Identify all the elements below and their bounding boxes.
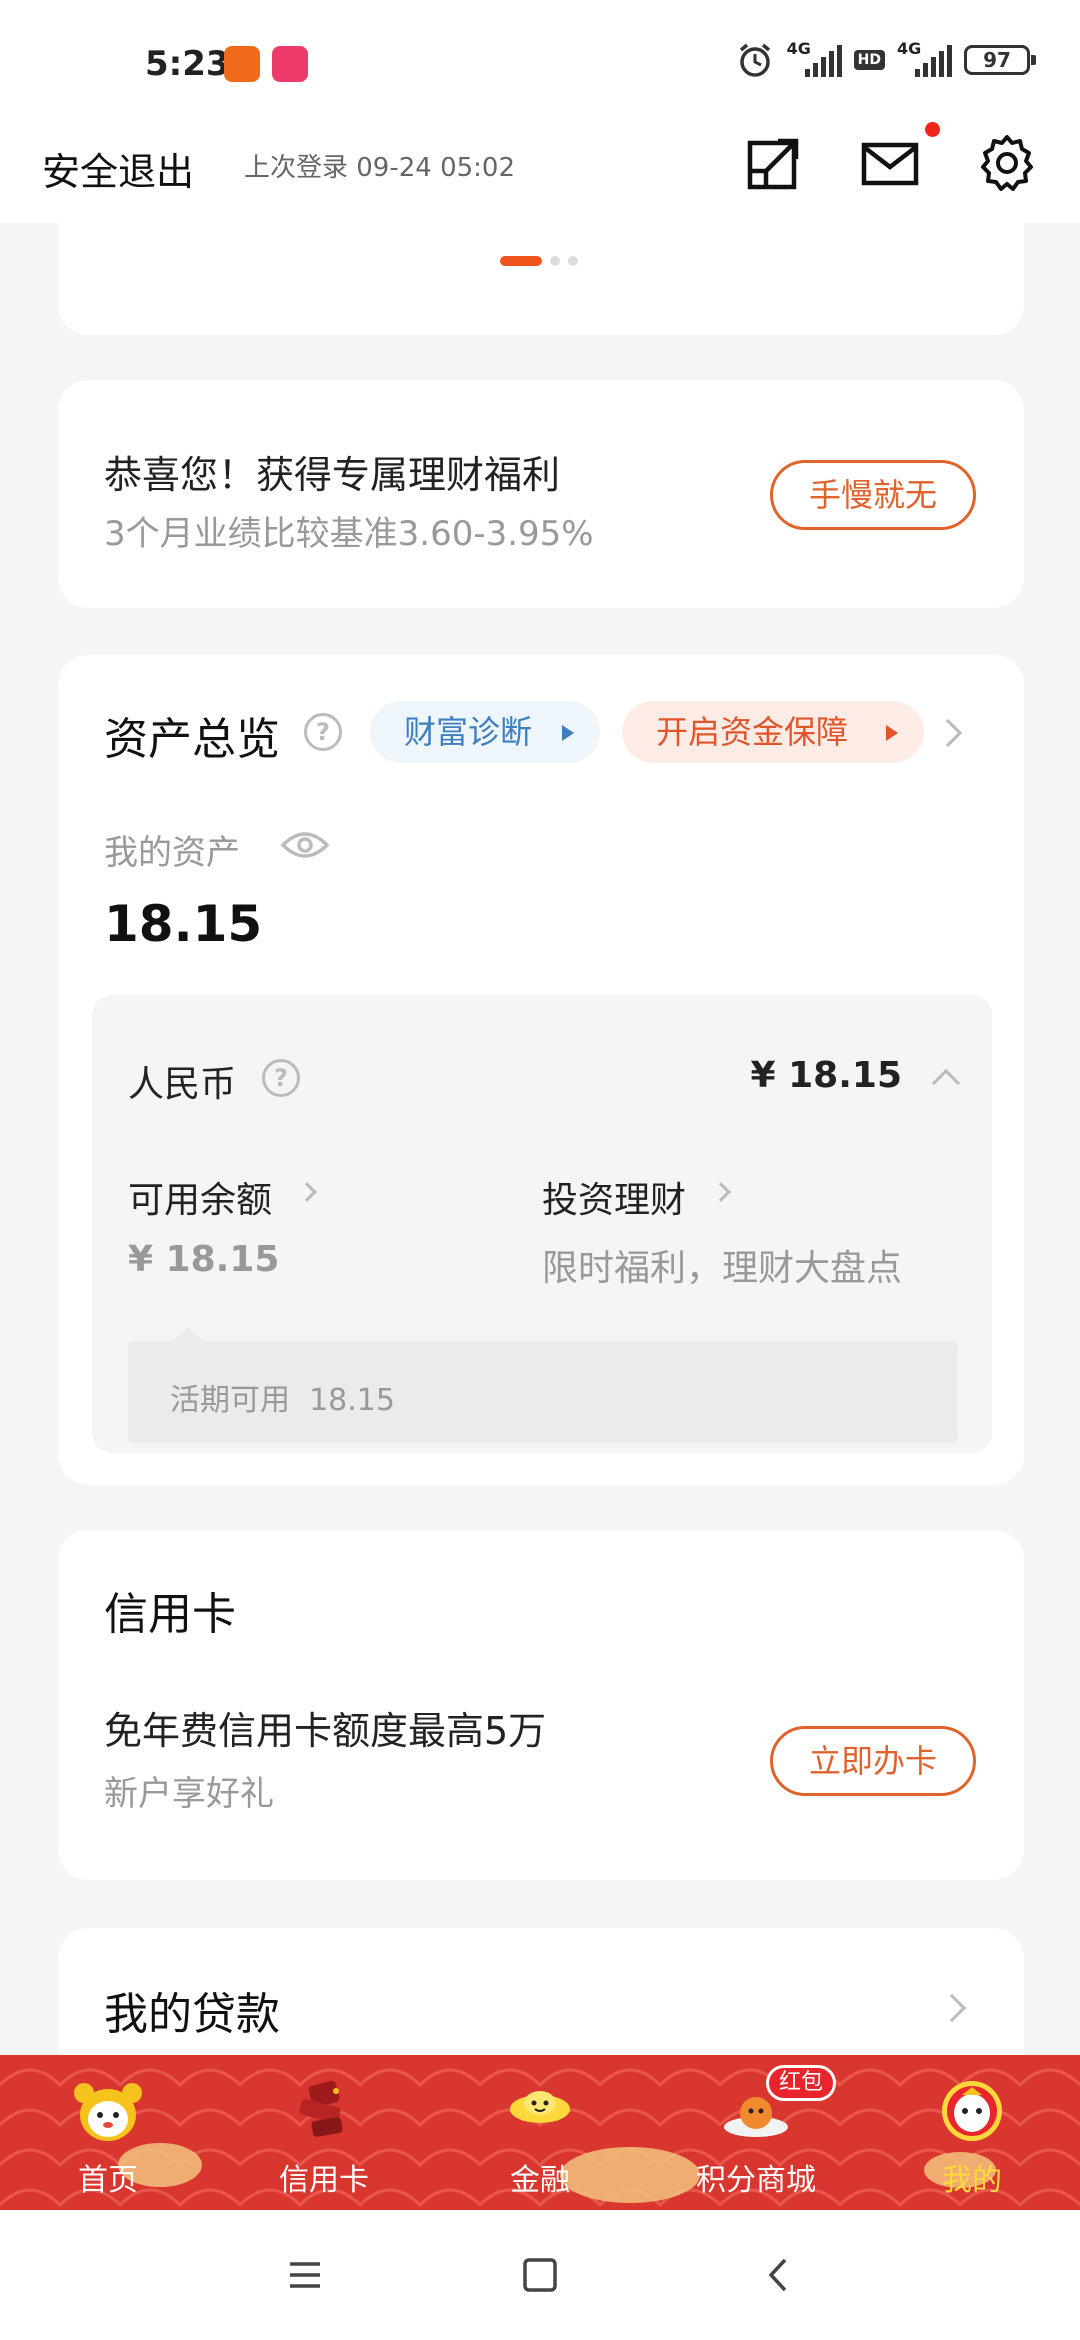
chevron-right-icon [937, 1993, 967, 2023]
nav-profile-label: 我的 [942, 2163, 1002, 2198]
nav-credit-card[interactable]: 信用卡 [216, 2055, 432, 2210]
rmb-label: 人民币 [128, 1064, 237, 1105]
nav-points-mall[interactable]: 红包 积分商城 [648, 2055, 864, 2210]
help-icon[interactable]: ? [304, 713, 342, 751]
rmb-account-panel: 人民币 ? ¥ 18.15 可用余额 投资理财 ¥ 18.15 限时福利，理财大… [92, 995, 992, 1453]
nav-profile[interactable]: 我的 [864, 2055, 1080, 2210]
rmb-value: ¥ 18.15 [750, 1055, 902, 1096]
signal-2-icon: 4G [897, 39, 952, 77]
battery-icon: 97 [964, 45, 1036, 75]
top-header: 安全退出 上次登录 09-24 05:02 [0, 125, 1080, 223]
video-app-notification-icon [272, 46, 308, 82]
signal-1-icon: 4G [787, 39, 842, 77]
promo-button[interactable]: 手慢就无 [770, 460, 976, 530]
credit-card-offer: 免年费信用卡额度最高5万 [104, 1709, 547, 1753]
carousel-indicator [500, 256, 578, 266]
nav-credit-card-label: 信用卡 [279, 2163, 369, 2198]
loan-title: 我的贷款 [104, 1989, 280, 2040]
demand-deposit-text: 活期可用 18.15 [170, 1383, 395, 1418]
app-page: 5:23 4G HD 4G 97 安全退出 上次登录 09-24 05:02 恭… [0, 0, 1080, 2340]
play-triangle-icon [562, 725, 574, 741]
nav-points-mall-label: 积分商城 [696, 2163, 816, 2198]
my-assets-label: 我的资产 [104, 833, 240, 873]
back-icon[interactable] [755, 2250, 805, 2300]
demand-deposit-tip: 活期可用 18.15 [128, 1327, 958, 1443]
play-triangle-icon [886, 725, 898, 741]
menu-icon[interactable] [280, 2250, 330, 2300]
apply-card-button[interactable]: 立即办卡 [770, 1726, 976, 1796]
investment-link[interactable]: 投资理财 [542, 1171, 686, 1223]
status-time: 5:23 [145, 44, 230, 84]
red-packet-badge: 红包 [766, 2065, 837, 2101]
nav-finance[interactable]: 金融 [432, 2055, 648, 2210]
nav-finance-label: 金融 [510, 2163, 570, 2198]
chevron-up-icon[interactable] [931, 1068, 961, 1098]
system-navigation-bar [0, 2210, 1080, 2340]
home-mascot-icon [74, 2083, 142, 2141]
asset-overview-card: 资产总览 ? 财富诊断 开启资金保障 我的资产 18.15 人民币 ? ¥ 18… [58, 655, 1024, 1485]
logout-button[interactable]: 安全退出 [42, 141, 194, 196]
nav-home[interactable]: 首页 [0, 2055, 216, 2210]
promo-card[interactable]: 恭喜您！获得专属理财福利 3个月业绩比较基准3.60-3.95% 手慢就无 [58, 380, 1024, 608]
credit-card-title: 信用卡 [104, 1589, 236, 1640]
profile-mascot-icon [942, 2081, 1002, 2141]
last-login-text: 上次登录 09-24 05:02 [244, 153, 516, 183]
asset-overview-title: 资产总览 [104, 714, 280, 765]
available-balance-value: ¥ 18.15 [128, 1239, 280, 1280]
fund-protection-label: 开启资金保障 [656, 713, 849, 751]
my-assets-value: 18.15 [104, 895, 263, 953]
share-icon[interactable] [744, 133, 804, 193]
chevron-right-icon [711, 1182, 731, 1202]
credit-card-icon [299, 2080, 343, 2137]
promo-subtitle: 3个月业绩比较基准3.60-3.95% [104, 514, 594, 554]
chevron-right-icon [297, 1182, 317, 1202]
fund-protection-button[interactable]: 开启资金保障 [622, 701, 924, 763]
status-right: 4G HD 4G 97 [735, 39, 1036, 80]
bank-app-notification-icon [224, 46, 260, 82]
nav-home-label: 首页 [78, 2163, 138, 2198]
available-balance-link[interactable]: 可用余额 [128, 1171, 272, 1223]
signal-1-label: 4G [786, 39, 811, 58]
hd-icon: HD [853, 50, 885, 70]
chevron-right-icon[interactable] [933, 718, 963, 748]
wealth-diagnosis-label: 财富诊断 [404, 713, 533, 751]
alarm-icon [739, 43, 770, 77]
unread-mail-dot [925, 122, 940, 137]
status-bar: 5:23 4G HD 4G 97 [0, 0, 1080, 125]
investment-subtitle: 限时福利，理财大盘点 [542, 1248, 903, 1289]
settings-icon[interactable] [977, 133, 1037, 193]
bottom-navigation: 首页 信用卡 金融 红包 积分商城 我的 [0, 2055, 1080, 2210]
credit-card-sub: 新户享好礼 [104, 1774, 274, 1814]
promo-title: 恭喜您！获得专属理财福利 [104, 453, 561, 497]
mail-icon[interactable] [860, 133, 920, 193]
help-icon[interactable]: ? [262, 1059, 300, 1097]
gold-ingot-icon [508, 2091, 572, 2125]
signal-2-label: 4G [897, 39, 922, 58]
wealth-diagnosis-button[interactable]: 财富诊断 [370, 701, 600, 763]
credit-card-section: 信用卡 免年费信用卡额度最高5万 新户享好礼 立即办卡 [58, 1530, 1024, 1880]
eye-icon[interactable] [280, 829, 330, 861]
home-square-icon[interactable] [515, 2250, 565, 2300]
